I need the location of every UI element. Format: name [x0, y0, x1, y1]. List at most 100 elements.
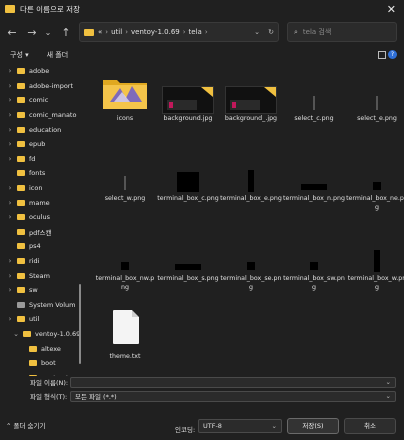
file-item[interactable]: background_.jpg: [220, 68, 282, 132]
chevron-icon[interactable]: ›: [6, 96, 14, 104]
folder-icon: [17, 258, 25, 265]
file-item[interactable]: terminal_box_s.png: [157, 228, 219, 292]
filename-input[interactable]: ⌄: [70, 376, 396, 388]
sidebar-item[interactable]: › adobe: [0, 64, 84, 79]
sidebar-item[interactable]: altexe: [0, 341, 84, 356]
sidebar-item-label: education: [29, 125, 62, 134]
chevron-icon[interactable]: ›: [6, 286, 14, 294]
file-item[interactable]: select_e.png: [346, 68, 404, 132]
sidebar-item[interactable]: ⌄ ventoy-1.0.69: [0, 327, 84, 342]
file-item[interactable]: terminal_box_n.png: [283, 148, 345, 212]
sidebar-item[interactable]: › mame: [0, 195, 84, 210]
sidebar-item[interactable]: fonts: [0, 166, 84, 181]
file-item[interactable]: theme.txt: [94, 308, 156, 372]
sidebar-scrollbar[interactable]: [78, 64, 82, 376]
sidebar-item[interactable]: › comic_manato: [0, 108, 84, 123]
filetype-dropdown-icon[interactable]: ⌄: [386, 392, 391, 400]
chevron-icon[interactable]: ›: [6, 315, 14, 323]
file-name: select_e.png: [357, 115, 397, 122]
folder-icon: [17, 214, 25, 221]
refresh-icon[interactable]: ↻: [268, 28, 274, 36]
sidebar-item-label: mame: [29, 198, 50, 207]
view-options-icon[interactable]: [378, 51, 386, 59]
help-icon[interactable]: ?: [388, 50, 397, 59]
save-button[interactable]: 저장(S): [287, 418, 339, 434]
sidebar-item[interactable]: › Steam: [0, 268, 84, 283]
chevron-icon[interactable]: ›: [6, 126, 14, 134]
chevron-icon[interactable]: ›: [6, 67, 14, 75]
sidebar-item-label: comic_manato: [29, 111, 77, 120]
chevron-icon[interactable]: ›: [6, 272, 14, 280]
file-item[interactable]: terminal_box_sw.png: [283, 228, 345, 292]
sidebar-item[interactable]: System Volum: [0, 298, 84, 313]
breadcrumb-tela[interactable]: tela: [189, 28, 202, 36]
sidebar-item[interactable]: › oculus: [0, 210, 84, 225]
breadcrumb-ventoy[interactable]: ventoy-1.0.69: [131, 28, 180, 36]
file-item[interactable]: terminal_box_w.png: [346, 228, 404, 292]
chevron-icon[interactable]: ›: [6, 111, 14, 119]
sidebar-item[interactable]: › adobe-import: [0, 79, 84, 94]
breadcrumb-root[interactable]: «: [98, 28, 102, 36]
chevron-icon[interactable]: ›: [6, 155, 14, 163]
image-thumbnail: [225, 86, 277, 114]
file-item[interactable]: icons: [94, 68, 156, 132]
image-thumbnail: [175, 264, 201, 270]
file-name: terminal_box_sw.png: [283, 275, 345, 291]
sidebar-item[interactable]: › comic: [0, 93, 84, 108]
hide-folders-button[interactable]: ⌃ 폴더 숨기기: [6, 420, 45, 430]
folder-icon: [17, 82, 25, 89]
sidebar-item[interactable]: › util: [0, 312, 84, 327]
sidebar-item[interactable]: ps4: [0, 239, 84, 254]
sidebar-item-label: boot: [41, 359, 56, 368]
chevron-icon[interactable]: ›: [6, 257, 14, 265]
filename-dropdown-icon[interactable]: ⌄: [386, 378, 391, 386]
folder-icon: [17, 97, 25, 104]
sidebar-item[interactable]: boot: [0, 356, 84, 371]
notepad-icon: [5, 5, 15, 13]
file-item[interactable]: background.jpg: [157, 68, 219, 132]
file-item[interactable]: terminal_box_nw.png: [94, 228, 156, 292]
sidebar-item-label: adobe: [29, 67, 50, 76]
file-item[interactable]: select_c.png: [283, 68, 345, 132]
sidebar-item[interactable]: › education: [0, 122, 84, 137]
chevron-icon[interactable]: ›: [6, 184, 14, 192]
sidebar-item[interactable]: › epub: [0, 137, 84, 152]
sidebar-item[interactable]: › fd: [0, 152, 84, 167]
file-item[interactable]: terminal_box_e.png: [220, 148, 282, 212]
chevron-icon[interactable]: ›: [6, 199, 14, 207]
back-arrow-icon[interactable]: ←: [5, 26, 19, 39]
chevron-icon[interactable]: ›: [6, 213, 14, 221]
organize-button[interactable]: 구성 ▾: [10, 50, 29, 60]
sidebar-item[interactable]: › icon: [0, 181, 84, 196]
scrollbar-thumb[interactable]: [79, 284, 81, 364]
sidebar-item[interactable]: › sw: [0, 283, 84, 298]
folder-icon: [17, 185, 25, 192]
folder-icon: [17, 126, 25, 133]
address-dropdown-icon[interactable]: ⌄: [254, 28, 260, 36]
search-box[interactable]: ⌕ tela 검색: [287, 22, 397, 42]
chevron-icon[interactable]: ⌄: [12, 330, 20, 338]
sidebar-item[interactable]: pdf스캔: [0, 225, 84, 240]
sidebar-item-label: ps4: [29, 242, 41, 251]
recent-locations-icon[interactable]: ⌄: [41, 28, 55, 37]
sidebar-item-label: ridi: [29, 257, 40, 266]
encoding-label: 인코딩:: [175, 426, 196, 434]
cancel-button[interactable]: 취소: [344, 418, 396, 434]
folder-icon: [17, 141, 25, 148]
forward-arrow-icon[interactable]: →: [25, 26, 39, 39]
file-item[interactable]: terminal_box_c.png: [157, 148, 219, 212]
file-item[interactable]: select_w.png: [94, 148, 156, 212]
sidebar-item-label: comic: [29, 96, 49, 105]
close-icon[interactable]: ✕: [387, 4, 396, 15]
encoding-select[interactable]: UTF-8 ⌄: [198, 419, 282, 433]
up-arrow-icon[interactable]: ↑: [59, 26, 73, 39]
chevron-icon[interactable]: ›: [6, 82, 14, 90]
file-item[interactable]: terminal_box_ne.png: [346, 148, 404, 212]
file-item[interactable]: terminal_box_se.png: [220, 228, 282, 292]
chevron-icon[interactable]: ›: [6, 140, 14, 148]
sidebar-item[interactable]: › ridi: [0, 254, 84, 269]
breadcrumb-util[interactable]: util: [111, 28, 122, 36]
filetype-select[interactable]: 모든 파일 (*.*) ⌄: [70, 390, 396, 402]
new-folder-button[interactable]: 새 폴더: [47, 50, 69, 60]
address-bar[interactable]: « › util › ventoy-1.0.69 › tela › ⌄ ↻: [79, 22, 279, 42]
